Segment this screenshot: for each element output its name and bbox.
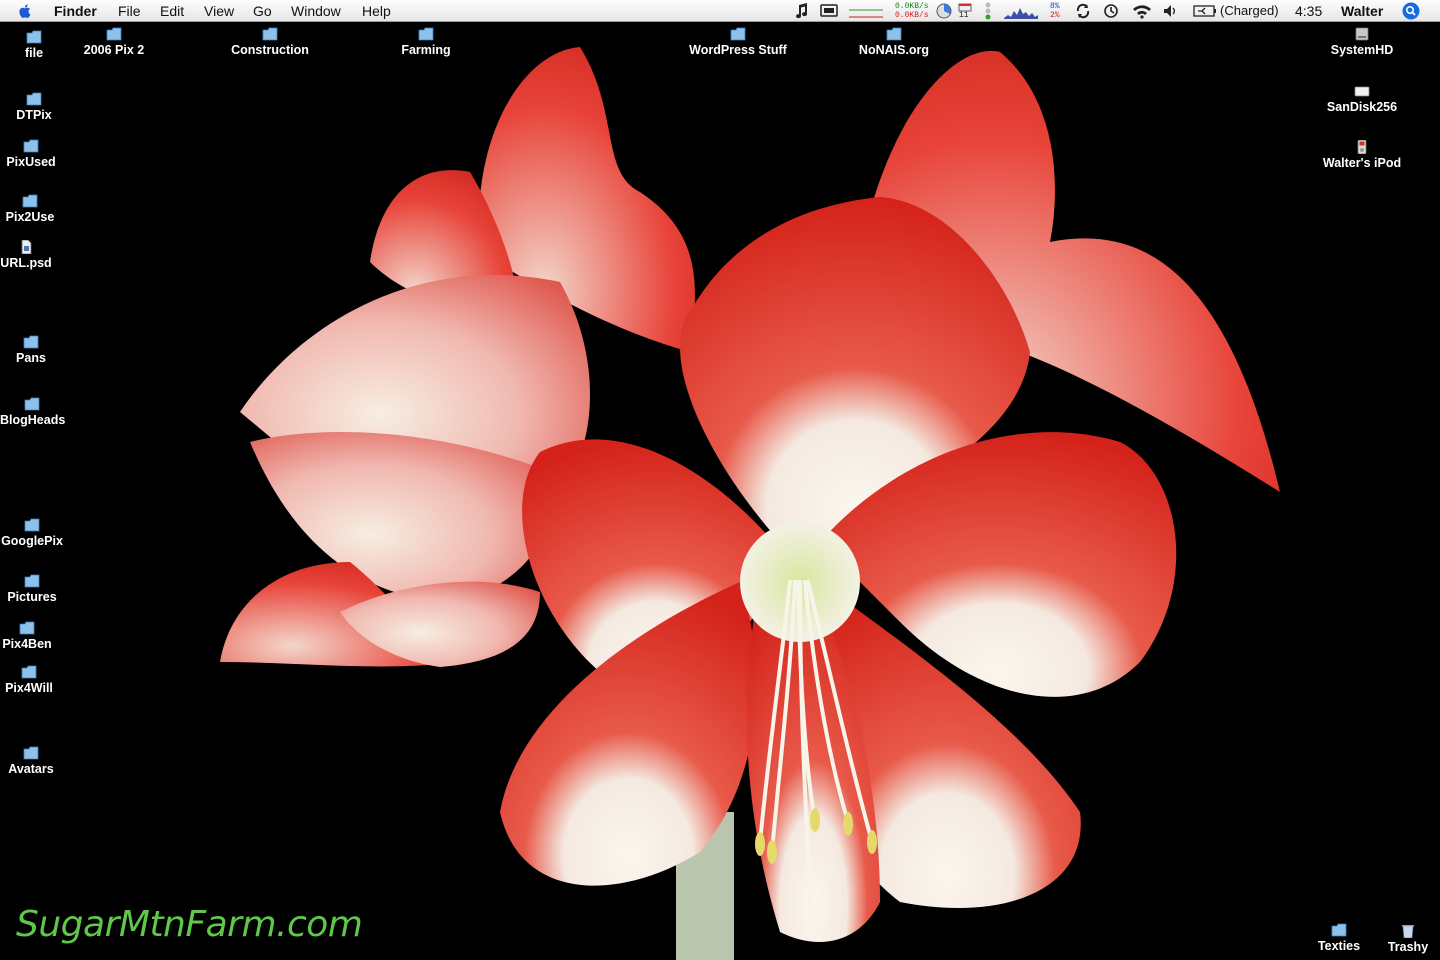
desktop-icon-label: DTPix xyxy=(16,108,52,122)
battery-status: (Charged) xyxy=(1220,3,1279,18)
document-icon xyxy=(21,240,32,254)
folder-icon xyxy=(26,92,42,106)
desktop-icon-label: Texties xyxy=(1317,939,1361,953)
traffic-light-icon[interactable] xyxy=(984,2,992,20)
desktop-icon-label: Farming xyxy=(401,43,451,57)
folder-icon xyxy=(886,27,902,41)
desktop-icon-label: Walter's iPod xyxy=(1322,156,1402,170)
desktop-icon-2006-pix-2[interactable]: 2006 Pix 2 xyxy=(74,27,154,57)
menu-bar: Finder File Edit View Go Window Help 0.0… xyxy=(0,0,1440,22)
desktop-icon-label: URL.psd xyxy=(0,256,52,270)
site-watermark: SugarMtnFarm.com xyxy=(16,904,363,945)
desktop-icon-blogheads[interactable]: BlogHeads xyxy=(0,397,66,427)
desktop-icon-label: 2006 Pix 2 xyxy=(83,43,145,57)
folder-icon xyxy=(418,27,434,41)
desktop-icon-googlepix[interactable]: GooglePix xyxy=(0,518,64,548)
cpu-usage-top: 8% xyxy=(1050,2,1060,11)
clock-pie-icon[interactable] xyxy=(936,3,952,19)
folder-icon xyxy=(24,397,40,411)
display-icon[interactable] xyxy=(820,4,838,18)
sync-icon[interactable] xyxy=(1075,3,1091,19)
battery-icon[interactable] xyxy=(1193,4,1217,18)
desktop-icon-label: SanDisk256 xyxy=(1326,100,1398,114)
folder-icon xyxy=(24,518,40,532)
menu-view[interactable]: View xyxy=(204,2,234,20)
desktop-icon-label: Trashy xyxy=(1387,940,1429,954)
folder-icon xyxy=(23,746,39,760)
activity-graph-icon xyxy=(1004,8,1038,19)
desktop-icon-label: Pix4Ben xyxy=(2,637,52,651)
usb-drive-icon xyxy=(1354,86,1370,97)
desktop-icon-pixused[interactable]: PixUsed xyxy=(3,139,59,169)
time-machine-icon[interactable] xyxy=(1103,3,1119,19)
desktop-icon-label: Pix2Use xyxy=(5,210,55,224)
desktop-icon-sandisk256[interactable]: SanDisk256 xyxy=(1318,84,1406,114)
folder-icon xyxy=(22,194,38,208)
folder-icon xyxy=(24,574,40,588)
desktop-icon-label: Pans xyxy=(16,351,46,365)
desktop-icon-url-psd[interactable]: URL.psd xyxy=(0,240,52,270)
desktop-icon-avatars[interactable]: Avatars xyxy=(4,746,58,776)
folder-icon xyxy=(23,335,39,349)
apple-icon[interactable] xyxy=(16,2,34,20)
desktop-icon-file[interactable]: file xyxy=(14,30,54,60)
calendar-day: 11 xyxy=(959,11,969,20)
desktop-icon-pans[interactable]: Pans xyxy=(6,335,56,365)
net-download-rate: 0.0KB/s xyxy=(895,11,929,20)
net-graph-icon xyxy=(849,9,883,18)
desktop-icon-label: Pictures xyxy=(7,590,57,604)
volume-icon[interactable] xyxy=(1162,3,1178,19)
desktop-icon-dtpix[interactable]: DTPix xyxy=(9,92,59,122)
desktop-icon-label: Construction xyxy=(231,43,309,57)
desktop-icon-label: GooglePix xyxy=(1,534,63,548)
folder-icon xyxy=(262,27,278,41)
folder-icon xyxy=(730,27,746,41)
user-menu[interactable]: Walter xyxy=(1341,2,1383,20)
desktop-icon-label: SystemHD xyxy=(1330,43,1394,57)
itunes-note-icon[interactable] xyxy=(793,3,809,19)
net-upload-rate: 0.0KB/s xyxy=(895,2,929,11)
desktop-icon-pix2use[interactable]: Pix2Use xyxy=(2,194,58,224)
desktop-icon-pix4ben[interactable]: Pix4Ben xyxy=(0,621,54,651)
desktop-icon-label: Avatars xyxy=(8,762,54,776)
desktop-icon-systemhd[interactable]: SystemHD xyxy=(1322,27,1402,57)
folder-icon xyxy=(106,27,122,41)
amaryllis-wallpaper xyxy=(220,47,1280,960)
desktop-icon-label: Pix4Will xyxy=(5,681,53,695)
folder-icon xyxy=(23,139,39,153)
hard-drive-icon xyxy=(1355,27,1369,41)
desktop-icon-walters-ipod[interactable]: Walter's iPod xyxy=(1312,140,1412,170)
desktop-icon-nonais-org[interactable]: NoNAIS.org xyxy=(852,27,936,57)
folder-icon xyxy=(19,621,35,635)
trash-icon xyxy=(1402,925,1414,938)
ipod-icon xyxy=(1357,140,1367,154)
folder-icon xyxy=(26,30,42,44)
desktop-icon-label: file xyxy=(24,46,44,60)
desktop-icon-construction[interactable]: Construction xyxy=(224,27,316,57)
folder-icon xyxy=(1331,923,1347,937)
desktop-icon-label: PixUsed xyxy=(6,155,56,169)
desktop-icon-label: BlogHeads xyxy=(0,413,66,427)
desktop-icon-pictures[interactable]: Pictures xyxy=(3,574,61,604)
cpu-usage-bottom: 2% xyxy=(1050,11,1060,20)
desktop-icon-farming[interactable]: Farming xyxy=(392,27,460,57)
menu-edit[interactable]: Edit xyxy=(160,2,184,20)
menu-help[interactable]: Help xyxy=(362,2,391,20)
desktop-icon-label: WordPress Stuff xyxy=(689,43,787,57)
wifi-icon[interactable] xyxy=(1132,3,1152,19)
menu-clock[interactable]: 4:35 xyxy=(1295,2,1322,20)
menu-go[interactable]: Go xyxy=(253,2,272,20)
menu-app-finder[interactable]: Finder xyxy=(54,2,97,20)
desktop-icon-trashy[interactable]: Trashy xyxy=(1382,924,1434,954)
menu-window[interactable]: Window xyxy=(291,2,341,20)
desktop-icon-label: NoNAIS.org xyxy=(858,43,930,57)
desktop-icon-pix4will[interactable]: Pix4Will xyxy=(2,665,56,695)
folder-icon xyxy=(21,665,37,679)
desktop-icon-wordpress-stuff[interactable]: WordPress Stuff xyxy=(684,27,792,57)
spotlight-icon[interactable] xyxy=(1402,2,1420,20)
menu-file[interactable]: File xyxy=(118,2,141,20)
desktop-icon-texties[interactable]: Texties xyxy=(1312,923,1366,953)
